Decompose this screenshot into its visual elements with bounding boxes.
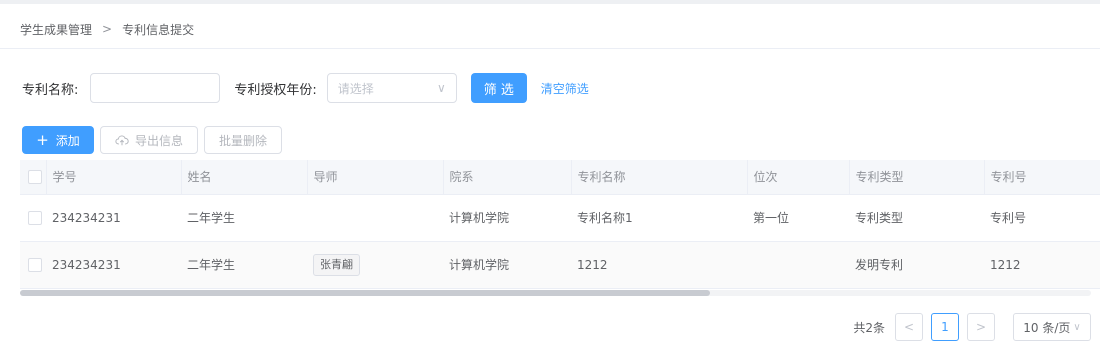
patent-name-label: 专利名称: [22, 82, 79, 98]
cloud-upload-icon [115, 135, 129, 146]
top-border [0, 0, 1100, 4]
student-id-cell: 234234231 [46, 241, 181, 289]
advisor-cell [307, 194, 443, 242]
column-header: 专利号 [984, 160, 1100, 195]
horizontal-scrollbar[interactable] [20, 290, 1091, 296]
grant-year-select[interactable]: 请选择 ∨ [326, 73, 457, 103]
column-header: 院系 [443, 160, 572, 195]
pagination: 共2条 < 1 > 10 条/页 ∨ [853, 313, 1091, 341]
next-page-button[interactable]: > [967, 313, 995, 341]
filter-bar: 专利名称: 专利授权年份: 请选择 ∨ 筛 选 清空筛选 [22, 73, 589, 103]
column-header: 专利类型 [849, 160, 985, 195]
select-all-checkbox[interactable] [28, 170, 42, 184]
department-cell: 计算机学院 [443, 194, 571, 242]
name-cell: 二年学生 [181, 241, 307, 289]
row-checkbox[interactable] [28, 210, 42, 225]
add-button-label: 添加 [55, 133, 80, 148]
column-header: 姓名 [181, 160, 308, 195]
name-cell: 二年学生 [181, 194, 307, 242]
scrollbar-thumb[interactable] [20, 290, 710, 296]
grant-year-label: 专利授权年份: [234, 82, 317, 98]
department-cell: 计算机学院 [443, 241, 571, 289]
patent-type-cell: 专利类型 [849, 194, 984, 242]
page-size-select[interactable]: 10 条/页 ∨ [1013, 313, 1091, 341]
total-count: 共2条 [853, 320, 885, 335]
prev-page-button[interactable]: < [895, 313, 923, 341]
patent-name-cell: 专利名称1 [571, 194, 747, 242]
page-number-button[interactable]: 1 [931, 313, 959, 341]
plus-icon: + [36, 130, 49, 149]
patent-table: 学号 姓名 导师 院系 专利名称 位次 专利类型 专利号 234234231 二… [20, 160, 1100, 298]
column-header: 学号 [46, 160, 182, 195]
table-row[interactable]: 234234231 二年学生 计算机学院 专利名称1 第一位 专利类型 专利号 [20, 194, 1100, 242]
breadcrumb-current: 专利信息提交 [122, 22, 195, 37]
breadcrumb-parent[interactable]: 学生成果管理 [20, 21, 92, 38]
column-header: 位次 [747, 160, 850, 195]
row-select-cell [20, 241, 46, 289]
chevron-down-icon: ∨ [1073, 321, 1081, 333]
patent-name-cell: 1212 [571, 241, 747, 289]
student-id-cell: 234234231 [46, 194, 181, 242]
advisor-cell: 张青翩 [307, 241, 443, 289]
row-select-cell [20, 194, 46, 242]
rank-cell [747, 241, 849, 289]
select-all-cell [20, 160, 47, 195]
filter-button[interactable]: 筛 选 [470, 73, 527, 103]
patent-type-cell: 发明专利 [849, 241, 984, 289]
add-button[interactable]: + 添加 [22, 126, 94, 154]
row-checkbox[interactable] [28, 257, 42, 272]
batch-delete-button[interactable]: 批量删除 [204, 126, 282, 154]
breadcrumb: 学生成果管理 > 专利信息提交 [20, 20, 194, 38]
grant-year-placeholder: 请选择 [337, 81, 374, 96]
table-row[interactable]: 234234231 二年学生 张青翩 计算机学院 1212 发明专利 1212 [20, 241, 1100, 289]
breadcrumb-separator: > [102, 22, 113, 36]
patent-no-cell: 专利号 [984, 194, 1100, 242]
rank-cell: 第一位 [747, 194, 849, 242]
table-header-row: 学号 姓名 导师 院系 专利名称 位次 专利类型 专利号 [20, 160, 1100, 195]
chevron-down-icon: ∨ [436, 81, 446, 95]
column-header: 专利名称 [571, 160, 748, 195]
toolbar: + 添加 导出信息 批量删除 [22, 126, 282, 154]
column-header: 导师 [307, 160, 444, 195]
patent-name-input[interactable] [90, 73, 221, 103]
header-divider [0, 48, 1100, 49]
export-button[interactable]: 导出信息 [100, 126, 198, 154]
patent-no-cell: 1212 [984, 241, 1100, 289]
export-button-label: 导出信息 [134, 133, 183, 148]
advisor-tag: 张青翩 [313, 253, 360, 276]
clear-filter-link[interactable]: 清空筛选 [541, 80, 589, 97]
page-size-label: 10 条/页 [1023, 320, 1071, 335]
